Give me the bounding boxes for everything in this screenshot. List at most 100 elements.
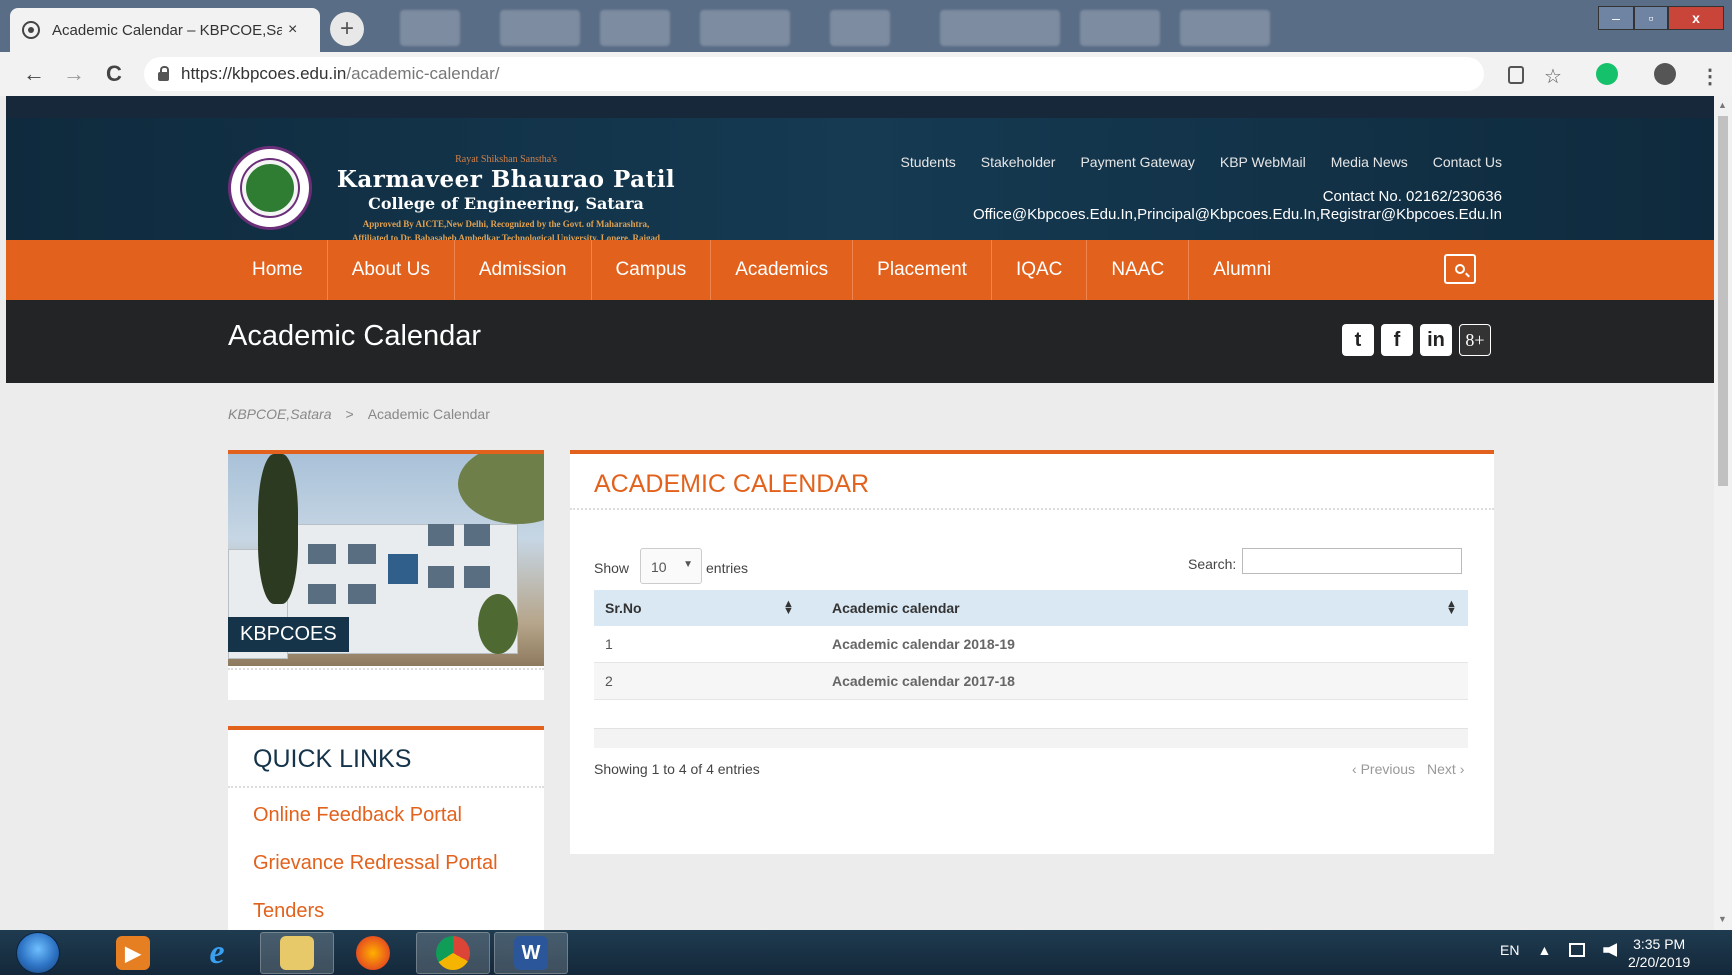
google-plus-icon[interactable]: 8+ — [1459, 324, 1491, 356]
main-navigation: Home About Us Admission Campus Academics… — [6, 240, 1714, 300]
quicklink-online-feedback[interactable]: Online Feedback Portal — [253, 804, 462, 827]
photo-divider — [228, 668, 544, 672]
taskbar-internet-explorer[interactable]: e — [180, 932, 254, 974]
site-header: Rayat Shikshan Sanstha's Karmaveer Bhaur… — [6, 118, 1714, 243]
new-tab-button[interactable]: + — [330, 12, 364, 46]
nav-academics[interactable]: Academics — [710, 240, 852, 300]
nav-campus[interactable]: Campus — [590, 240, 711, 300]
sort-icon[interactable]: ▲ ▼ — [783, 599, 794, 617]
scroll-thumb[interactable] — [1718, 116, 1728, 486]
entries-length-select[interactable]: 10 ▼ — [640, 548, 702, 584]
cell-calendar-link[interactable]: Academic calendar 2018-19 — [832, 636, 1015, 652]
taskbar-file-explorer[interactable] — [260, 932, 334, 974]
contact-emails[interactable]: Office@Kbpcoes.Edu.In,Principal@Kbpcoes.… — [973, 206, 1502, 224]
nav-alumni[interactable]: Alumni — [1188, 240, 1295, 300]
linkedin-icon[interactable]: in — [1420, 324, 1452, 356]
back-arrow-icon[interactable]: ← — [14, 61, 54, 87]
window-maximize-button[interactable]: ▫ — [1634, 6, 1668, 30]
table-info: Showing 1 to 4 of 4 entries — [594, 761, 760, 777]
chrome-icon — [436, 936, 470, 970]
top-strip — [6, 96, 1714, 118]
start-button-icon[interactable] — [16, 932, 60, 974]
nav-home[interactable]: Home — [228, 240, 327, 300]
nav-placement[interactable]: Placement — [852, 240, 991, 300]
language-indicator[interactable]: EN — [1500, 942, 1519, 958]
system-clock[interactable]: 3:35 PM 2/20/2019 — [1628, 935, 1690, 971]
college-logo-text[interactable]: Rayat Shikshan Sanstha's Karmaveer Bhaur… — [326, 154, 686, 245]
sort-icon[interactable]: ▲ ▼ — [1446, 599, 1457, 617]
nav-iqac[interactable]: IQAC — [990, 240, 1086, 300]
cell-calendar-link[interactable]: Academic calendar 2017-18 — [832, 673, 1015, 689]
twitter-icon[interactable]: t — [1342, 324, 1374, 356]
toplink-media-news[interactable]: Media News — [1331, 154, 1408, 170]
toplink-stakeholder[interactable]: Stakeholder — [981, 154, 1056, 170]
quick-links-divider — [228, 786, 544, 788]
entries-length-value: 10 — [651, 559, 667, 575]
window-minimize-button[interactable]: – — [1598, 6, 1634, 30]
pagination: ‹ Previous Next › — [1352, 761, 1464, 777]
page-title-bar: Academic Calendar t f in 8+ — [6, 300, 1714, 383]
pagination-next[interactable]: Next › — [1427, 761, 1464, 777]
reload-icon[interactable]: C — [94, 61, 134, 87]
page-scrollbar[interactable]: ▲ ▼ — [1714, 96, 1732, 930]
clock-time: 3:35 PM — [1633, 936, 1686, 952]
profile-avatar-icon[interactable] — [1654, 63, 1676, 85]
blurred-tab — [400, 10, 460, 46]
nav-search-button[interactable] — [1444, 254, 1476, 284]
toplink-payment-gateway[interactable]: Payment Gateway — [1080, 154, 1194, 170]
toplink-kbp-webmail[interactable]: KBP WebMail — [1220, 154, 1306, 170]
pagination-previous[interactable]: ‹ Previous — [1352, 761, 1415, 777]
taskbar-chrome[interactable] — [416, 932, 490, 974]
volume-muted-icon[interactable] — [1603, 943, 1618, 957]
browser-menu-icon[interactable]: ⋮ — [1700, 64, 1720, 89]
tab-close-icon[interactable]: × — [288, 21, 297, 39]
contact-info: Contact No. 02162/230636 Office@Kbpcoes.… — [973, 188, 1502, 224]
logo-kicker: Rayat Shikshan Sanstha's — [455, 154, 557, 165]
url-domain: https://kbpcoes.edu.in — [181, 64, 347, 83]
forward-arrow-icon[interactable]: → — [54, 61, 94, 87]
clock-date: 2/20/2019 — [1628, 954, 1691, 970]
address-bar[interactable]: https://kbpcoes.edu.in/academic-calendar… — [144, 57, 1484, 91]
chevron-right-icon: › — [1455, 761, 1465, 777]
column-header-academic-calendar[interactable]: Academic calendar — [832, 600, 960, 616]
grammarly-icon[interactable] — [1596, 63, 1618, 85]
search-icon — [1455, 264, 1465, 274]
toplink-students[interactable]: Students — [900, 154, 955, 170]
scroll-up-arrow-icon[interactable]: ▲ — [1718, 100, 1727, 110]
taskbar-word[interactable]: W — [494, 932, 568, 974]
toplink-contact-us[interactable]: Contact Us — [1433, 154, 1502, 170]
active-tab[interactable]: Academic Calendar – KBPCOE,Sa × — [10, 8, 320, 52]
chevron-left-icon: ‹ — [1352, 761, 1361, 777]
system-tray: EN ▲ — [1500, 942, 1618, 958]
scroll-down-arrow-icon[interactable]: ▼ — [1718, 914, 1727, 924]
contact-number: Contact No. 02162/230636 — [1322, 188, 1502, 205]
cell-srno: 1 — [605, 636, 613, 652]
taskbar-firefox[interactable] — [336, 932, 410, 974]
tray-expand-icon[interactable]: ▲ — [1537, 942, 1551, 958]
taskbar-media-player[interactable]: ▶ — [96, 932, 170, 974]
window-close-button[interactable]: x — [1668, 6, 1724, 30]
college-subtitle: College of Engineering, Satara — [368, 194, 644, 213]
folder-icon — [280, 936, 314, 970]
nav-naac[interactable]: NAAC — [1086, 240, 1188, 300]
quicklink-grievance-redressal[interactable]: Grievance Redressal Portal — [253, 852, 498, 875]
facebook-icon[interactable]: f — [1381, 324, 1413, 356]
panel-title: ACADEMIC CALENDAR — [594, 470, 870, 498]
social-links: t f in 8+ — [1342, 324, 1491, 356]
blurred-tab — [700, 10, 790, 46]
network-icon[interactable] — [1569, 943, 1586, 957]
column-header-srno[interactable]: Sr.No — [605, 600, 642, 616]
lock-icon — [158, 66, 169, 81]
breadcrumb-home[interactable]: KBPCOE,Satara — [228, 406, 332, 422]
college-name: Karmaveer Bhaurao Patil — [336, 166, 676, 193]
nav-admission[interactable]: Admission — [453, 240, 591, 300]
quicklink-tenders[interactable]: Tenders — [253, 900, 324, 923]
nav-about-us[interactable]: About Us — [326, 240, 454, 300]
extension-icon[interactable] — [1508, 66, 1524, 84]
dropdown-arrow-icon: ▼ — [683, 559, 693, 570]
college-seal-logo-icon[interactable] — [228, 146, 312, 230]
bookmark-star-icon[interactable]: ☆ — [1544, 64, 1562, 89]
table-search-input[interactable] — [1242, 548, 1462, 574]
word-icon: W — [514, 936, 548, 970]
previous-label: Previous — [1360, 761, 1416, 777]
